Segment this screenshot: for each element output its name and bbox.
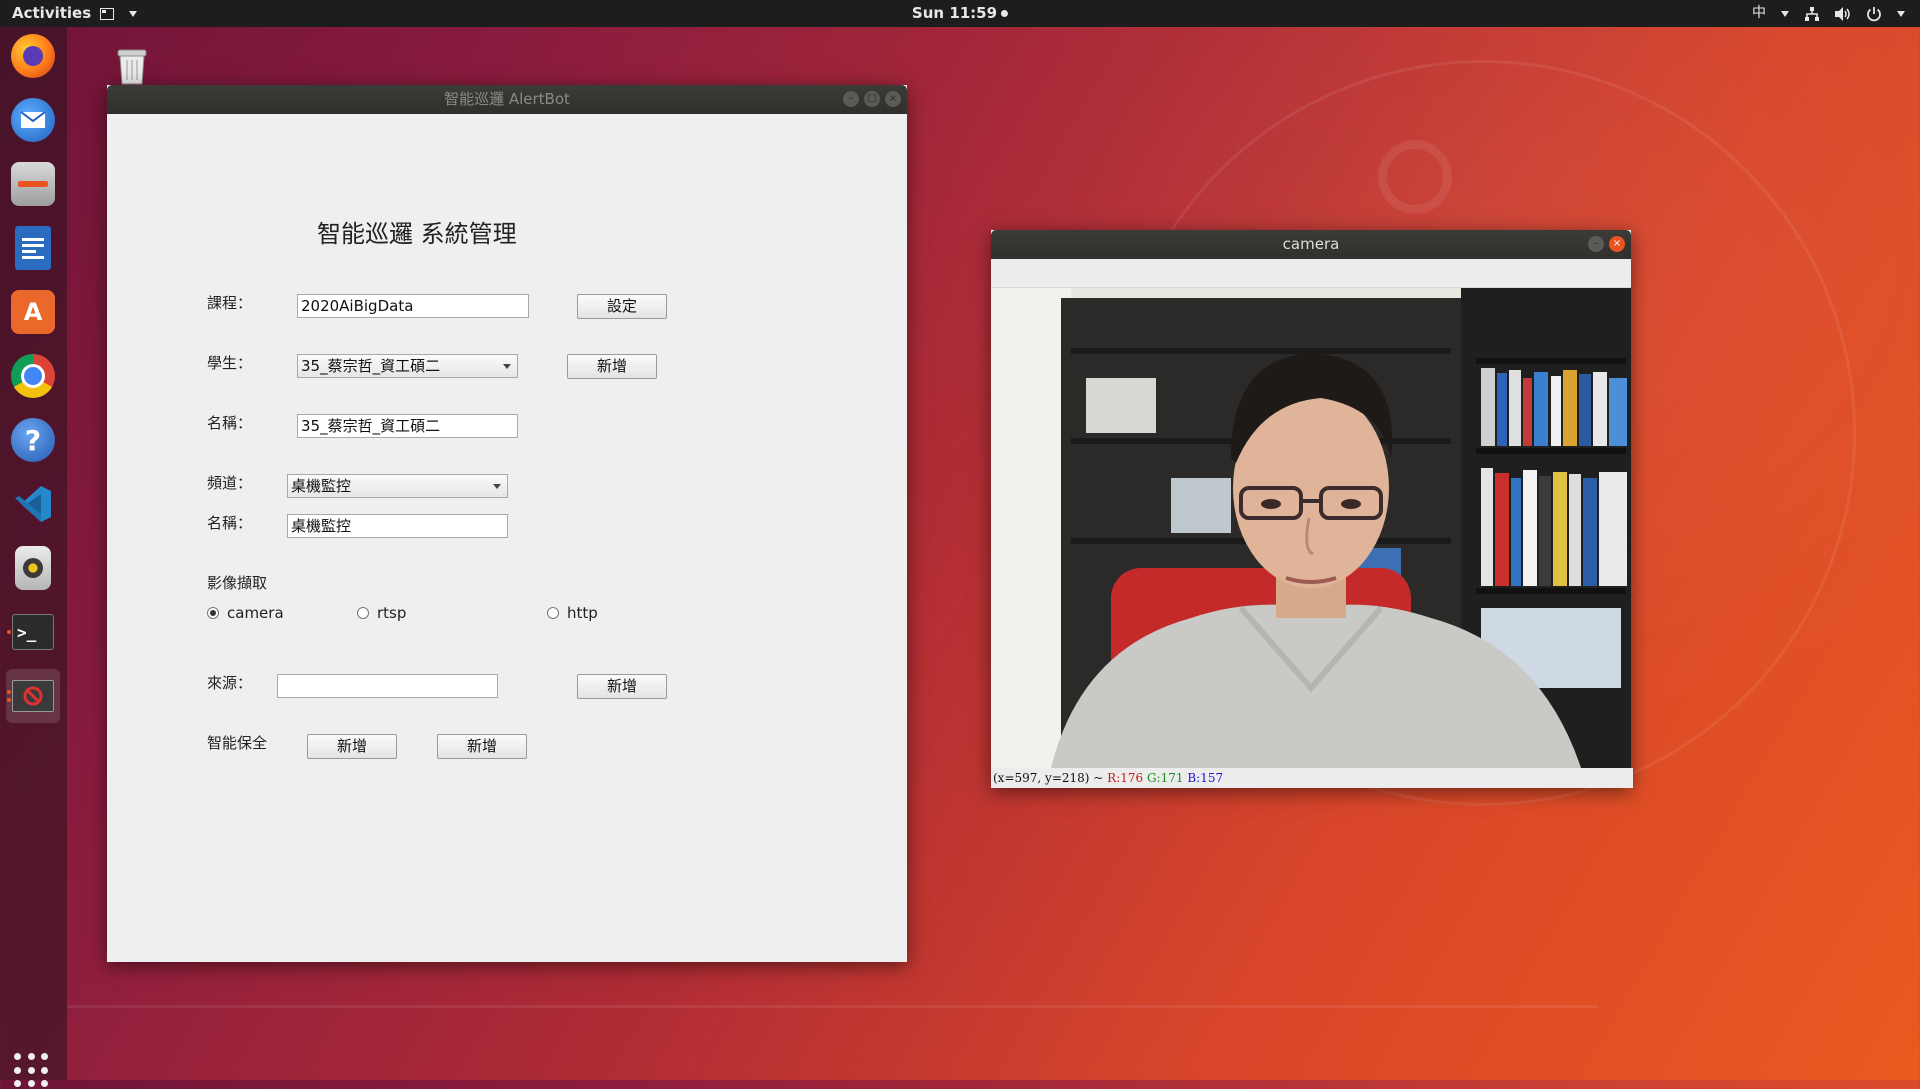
wallpaper-ring-small: [1378, 140, 1452, 214]
course-field[interactable]: 2020AiBigData: [297, 294, 529, 318]
dock-files[interactable]: [6, 157, 60, 211]
camera-titlebar[interactable]: camera – ×: [991, 230, 1631, 259]
rhythmbox-icon: [15, 546, 51, 590]
dock: A ? >_: [0, 27, 67, 1088]
alertbot-icon: [12, 680, 54, 712]
window-title: 智能巡邏 AlertBot: [444, 90, 570, 108]
page-title: 智能巡邏 系統管理: [317, 220, 517, 248]
alertbot-window: 智能巡邏 AlertBot – □ × 智能巡邏 系統管理 課程： 2020Ai…: [107, 85, 907, 962]
chevron-down-icon: [1897, 10, 1905, 17]
guard-label: 智能保全: [207, 734, 268, 752]
radio-http-label: http: [567, 604, 598, 622]
camera-window: camera – × (x=597, y=218) ~ R:176 G:171 …: [991, 230, 1633, 788]
thunderbird-icon: [11, 98, 55, 142]
radio-rtsp-label: rtsp: [377, 604, 407, 622]
radio-camera-button[interactable]: [207, 607, 219, 619]
running-indicator: [7, 698, 11, 702]
source-label: 來源：: [207, 674, 253, 692]
system-tray[interactable]: 中: [1752, 0, 1906, 27]
capture-label: 影像擷取: [207, 574, 268, 592]
channel-selected: 桌機監控: [291, 477, 352, 495]
terminal-icon: >_: [12, 614, 54, 650]
vscode-icon: [11, 482, 55, 526]
wallpaper-line: [67, 1005, 1597, 1008]
dock-firefox[interactable]: [6, 29, 60, 83]
window-titlebar[interactable]: 智能巡邏 AlertBot – □ ×: [107, 85, 907, 114]
files-icon: [11, 162, 55, 206]
dock-software[interactable]: A: [6, 285, 60, 339]
dock-terminal[interactable]: >_: [6, 605, 60, 659]
volume-icon[interactable]: [1834, 6, 1852, 22]
channel-label: 頻道：: [207, 474, 253, 492]
cursor-position: (x=597, y=218) ~: [993, 771, 1104, 785]
running-indicator: [7, 630, 11, 634]
clock-text: Sun 11:59: [911, 4, 998, 22]
radio-camera[interactable]: camera: [207, 604, 284, 622]
top-bar: Activities Sun 11:59 中: [0, 0, 1920, 27]
pixel-b-value: B:157: [1187, 771, 1224, 785]
course-label: 課程：: [207, 294, 253, 312]
name-label: 名稱：: [207, 414, 253, 432]
help-icon: ?: [11, 418, 55, 462]
radio-rtsp[interactable]: rtsp: [357, 604, 406, 622]
dock-rhythmbox[interactable]: [6, 541, 60, 595]
camera-toolbar: [991, 259, 1631, 288]
trash-icon[interactable]: [112, 46, 152, 86]
student-dropdown[interactable]: 35_蔡宗哲_資工碩二: [297, 354, 518, 378]
chrome-icon: [11, 354, 55, 398]
add-student-button[interactable]: 新增: [567, 354, 657, 379]
guard-add-button-1[interactable]: 新增: [307, 734, 397, 759]
camera-feed-image[interactable]: [991, 288, 1631, 768]
radio-rtsp-button[interactable]: [357, 607, 369, 619]
window-menu-icon: [100, 7, 114, 20]
dock-chrome[interactable]: [6, 349, 60, 403]
dock-help[interactable]: ?: [6, 413, 60, 467]
power-icon[interactable]: [1866, 6, 1882, 22]
add-source-button[interactable]: 新增: [577, 674, 667, 699]
chevron-down-icon: [129, 10, 137, 17]
guard-add-button-2[interactable]: 新增: [437, 734, 527, 759]
dock-vscode[interactable]: [6, 477, 60, 531]
name-field[interactable]: 35_蔡宗哲_資工碩二: [297, 414, 518, 438]
software-icon: A: [11, 290, 55, 334]
pixel-g-value: G:171: [1146, 771, 1184, 785]
activities-button[interactable]: Activities: [12, 0, 91, 27]
dock-writer[interactable]: [6, 221, 60, 275]
chevron-down-icon: [1781, 10, 1789, 17]
show-applications-button[interactable]: [14, 1053, 50, 1089]
firefox-icon: [11, 34, 55, 78]
radio-http-button[interactable]: [547, 607, 559, 619]
camera-window-title: camera: [1282, 235, 1340, 253]
window-content: 智能巡邏 系統管理 課程： 2020AiBigData 設定 學生： 35_蔡宗…: [107, 114, 907, 962]
set-button[interactable]: 設定: [577, 294, 667, 319]
clock[interactable]: Sun 11:59: [911, 0, 1009, 27]
pixel-r-value: R:176: [1107, 771, 1144, 785]
minimize-button[interactable]: –: [843, 91, 859, 107]
writer-icon: [15, 226, 51, 270]
chevron-down-icon: [493, 484, 501, 489]
radio-http[interactable]: http: [547, 604, 598, 622]
camera-status-bar: (x=597, y=218) ~ R:176 G:171 B:157: [991, 768, 1633, 788]
chevron-down-icon: [503, 364, 511, 369]
running-indicator: [7, 690, 11, 694]
channel-name-label: 名稱：: [207, 514, 253, 532]
student-selected: 35_蔡宗哲_資工碩二: [301, 357, 441, 375]
channel-dropdown[interactable]: 桌機監控: [287, 474, 508, 498]
radio-camera-label: camera: [227, 604, 284, 622]
channel-name-field[interactable]: 桌機監控: [287, 514, 508, 538]
close-button[interactable]: ×: [885, 91, 901, 107]
student-label: 學生：: [207, 354, 253, 372]
minimize-button[interactable]: –: [1588, 236, 1604, 252]
network-icon[interactable]: [1804, 6, 1820, 22]
app-menu[interactable]: [100, 0, 138, 27]
input-method-indicator[interactable]: 中: [1752, 0, 1766, 27]
close-button[interactable]: ×: [1609, 236, 1625, 252]
dock-alertbot[interactable]: [6, 669, 60, 723]
maximize-button[interactable]: □: [864, 91, 880, 107]
dock-thunderbird[interactable]: [6, 93, 60, 147]
notification-dot-icon: [1001, 10, 1009, 17]
source-field[interactable]: [277, 674, 498, 698]
